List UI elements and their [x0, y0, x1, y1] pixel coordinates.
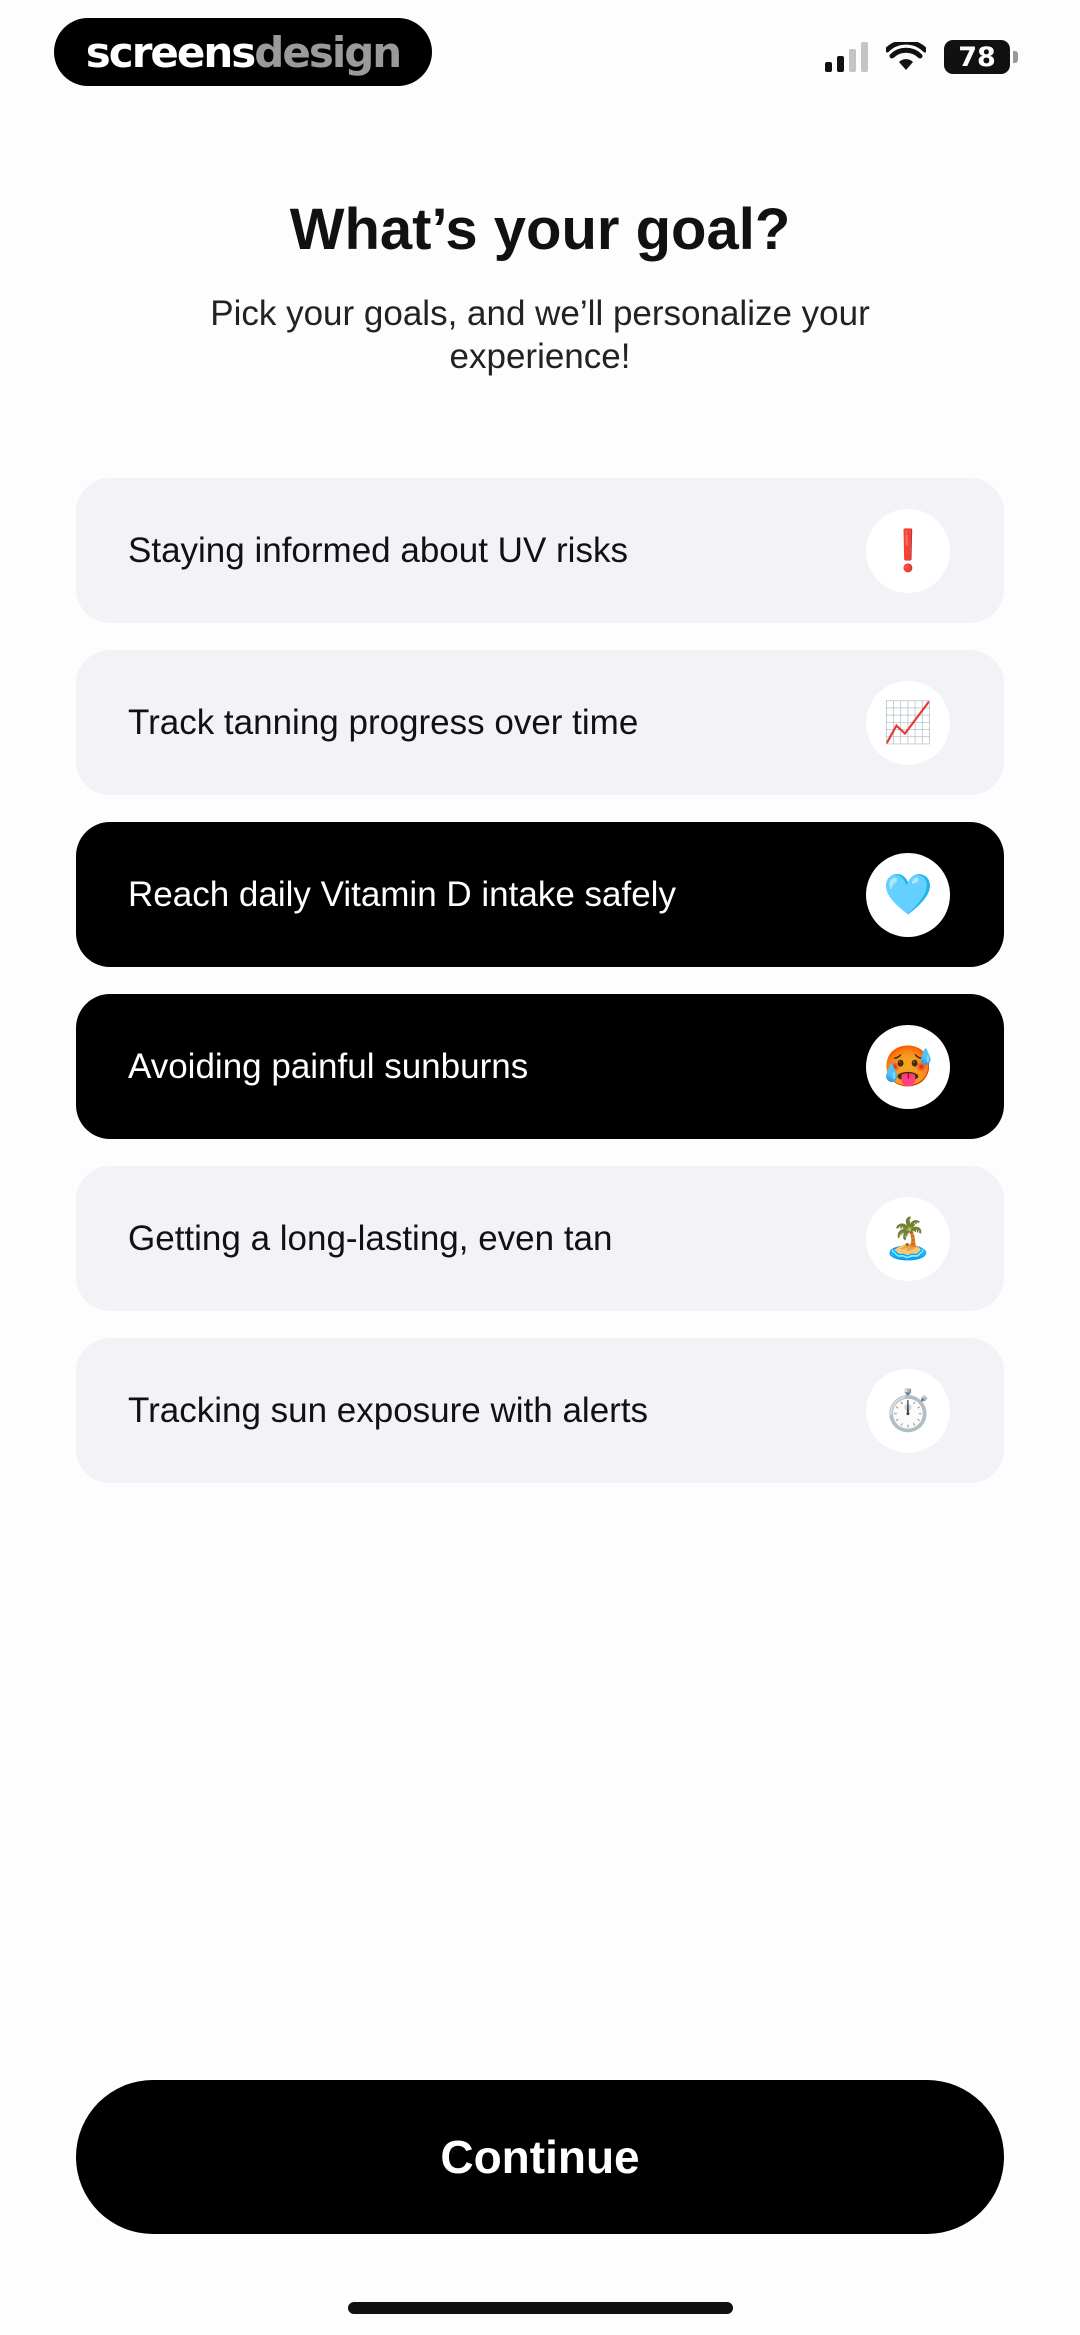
goal-options-list: Staying informed about UV risks ❗ Track ta…: [76, 478, 1004, 1510]
continue-button[interactable]: Continue: [76, 2080, 1004, 2234]
goal-option[interactable]: Staying informed about UV risks ❗: [76, 478, 1004, 623]
goal-option[interactable]: Track tanning progress over time 📈: [76, 650, 1004, 795]
battery-icon: 78: [944, 40, 1018, 74]
page-title: What’s your goal?: [289, 197, 791, 262]
light-blue-heart-icon: 🩵: [866, 852, 950, 937]
goal-option-label: Reach daily Vitamin D intake safely: [128, 874, 676, 914]
goal-option-label: Track tanning progress over time: [128, 702, 639, 742]
goal-option[interactable]: Reach daily Vitamin D intake safely 🩵: [76, 822, 1004, 967]
cellular-signal-icon: [825, 42, 868, 72]
goal-option-label: Getting a long-lasting, even tan: [128, 1218, 613, 1258]
beach-umbrella-icon: 🏝️: [866, 1196, 950, 1281]
goal-option-label: Tracking sun exposure with alerts: [128, 1390, 649, 1430]
chart-increasing-icon: 📈: [866, 680, 950, 765]
battery-level: 78: [958, 41, 996, 73]
goal-selection-screen: screens design 78 What’s your goal? Pick …: [0, 0, 1080, 2335]
goal-option[interactable]: Getting a long-lasting, even tan 🏝️: [76, 1166, 1004, 1311]
page-subtitle: Pick your goals, and we’ll personalize y…: [210, 294, 870, 376]
goal-option[interactable]: Tracking sun exposure with alerts ⏱️: [76, 1338, 1004, 1483]
screensdesign-watermark: screens design: [54, 18, 432, 86]
goal-option-label: Avoiding painful sunburns: [128, 1046, 529, 1086]
home-indicator: [348, 2302, 733, 2314]
goal-option[interactable]: Avoiding painful sunburns 🥵: [76, 994, 1004, 1139]
stopwatch-icon: ⏱️: [866, 1368, 950, 1453]
watermark-part1: screens: [85, 27, 256, 77]
wifi-icon: [886, 42, 926, 70]
status-bar: 78: [825, 40, 1018, 74]
hot-face-icon: 🥵: [866, 1024, 950, 1109]
exclamation-icon: ❗: [866, 508, 950, 593]
goal-option-label: Staying informed about UV risks: [128, 530, 628, 570]
watermark-part2: design: [254, 27, 402, 77]
